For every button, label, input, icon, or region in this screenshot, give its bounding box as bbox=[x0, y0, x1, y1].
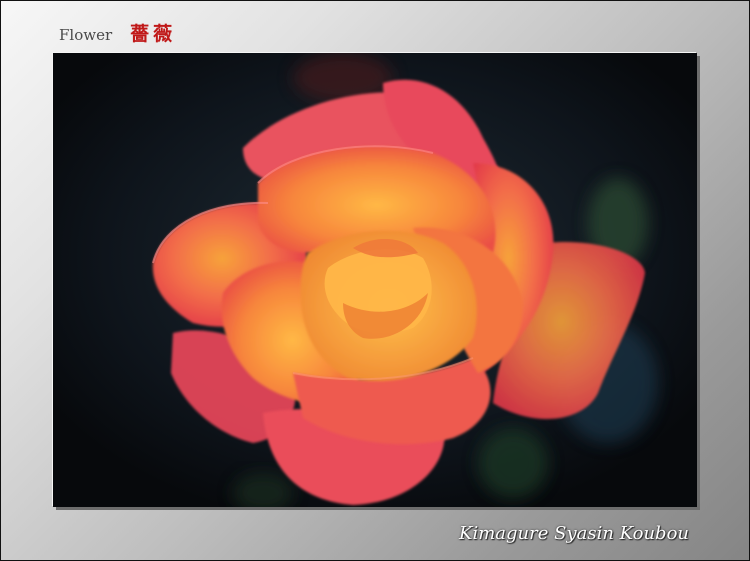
category-label: Flower bbox=[59, 26, 113, 44]
photographer-signature: Kimagure Syasin Koubou bbox=[459, 523, 689, 544]
photo-frame: Flower 薔薇 Kimagure Syasin Koubou bbox=[0, 0, 750, 561]
header: Flower 薔薇 bbox=[59, 19, 176, 46]
rose-photo bbox=[53, 53, 697, 507]
rose-illustration bbox=[53, 53, 697, 507]
title-label: 薔薇 bbox=[130, 23, 177, 45]
